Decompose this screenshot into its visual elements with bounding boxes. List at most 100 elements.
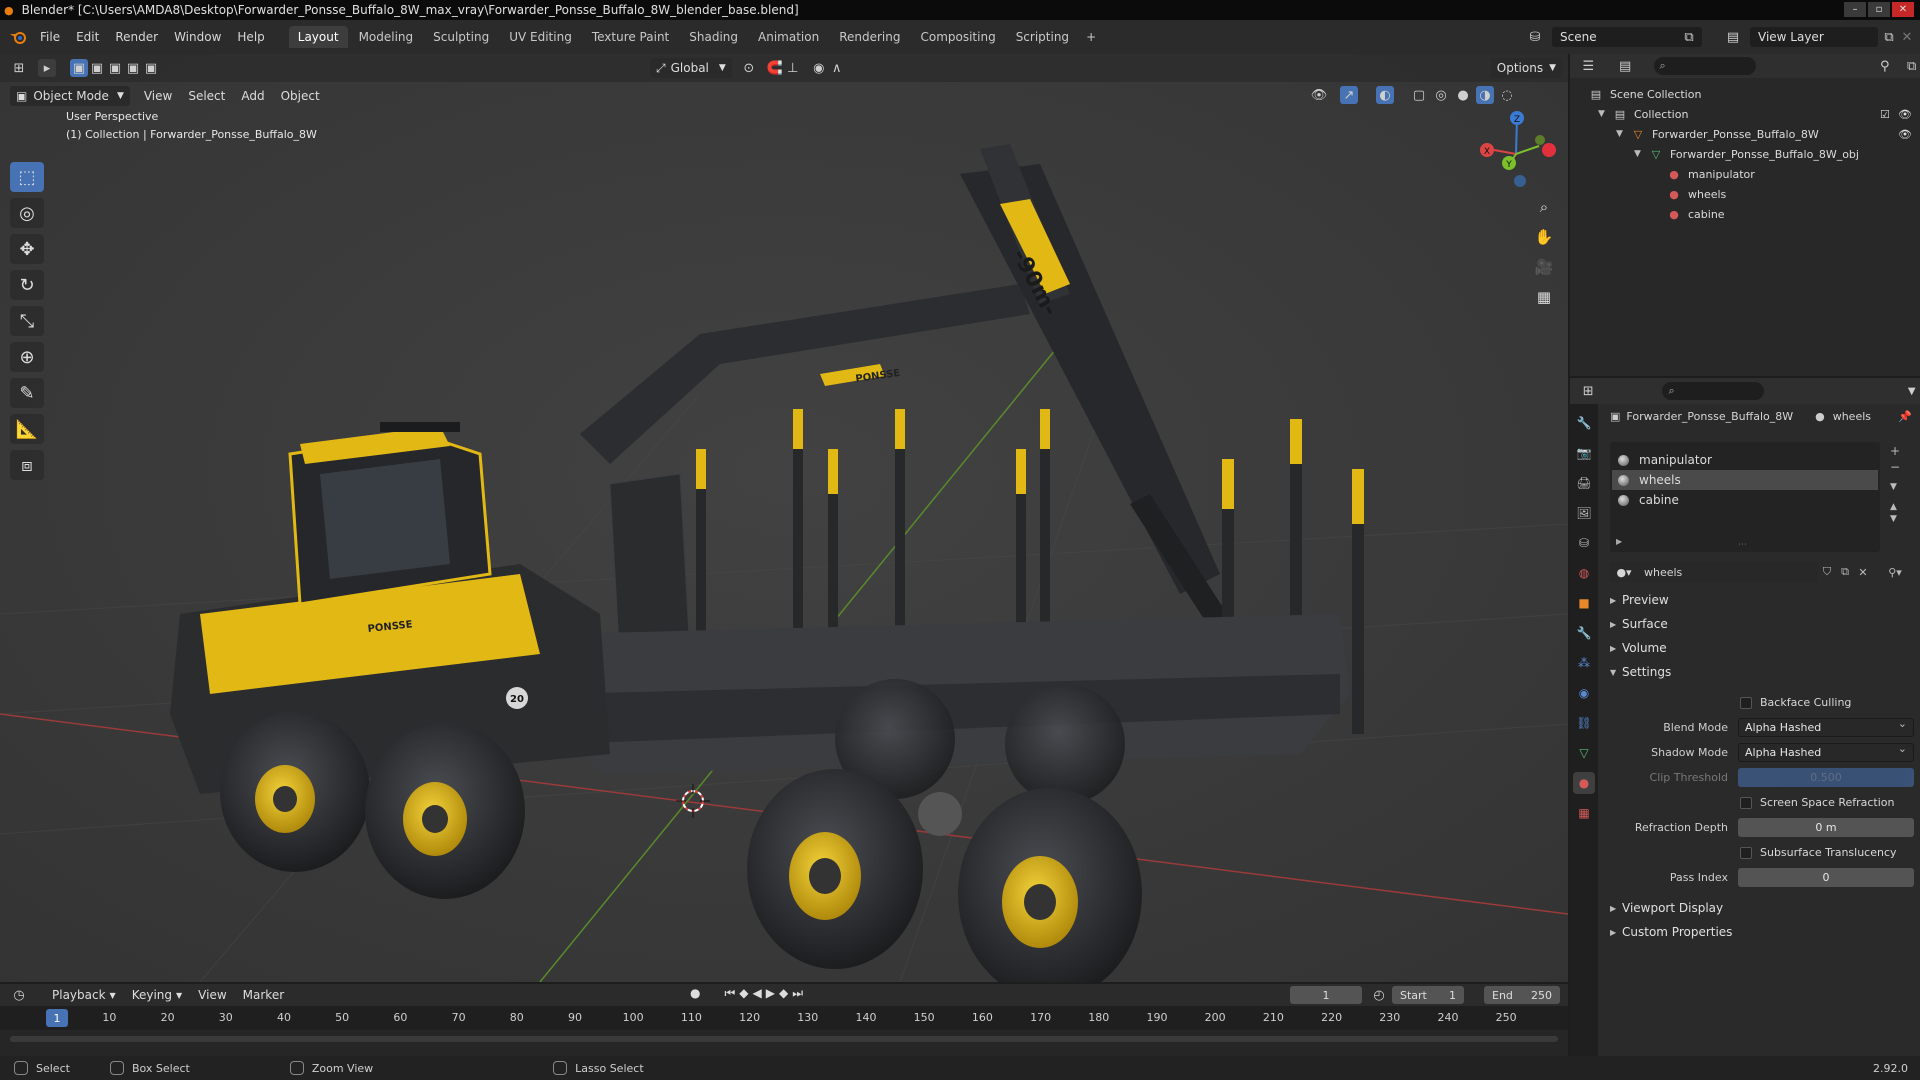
box-select-subtract-icon[interactable]: ▣ xyxy=(106,59,124,77)
filter-icon[interactable]: ⚲ xyxy=(1876,57,1893,75)
frame-ruler[interactable]: 1 10 20 30 40 50 60 70 80 90 100 110 120 130 140 150 16… xyxy=(0,1006,1568,1030)
next-keyframe-icon[interactable]: ◆ xyxy=(779,986,788,1001)
transform-tool-icon[interactable]: ⊕ xyxy=(10,342,44,372)
record-icon[interactable]: ● xyxy=(690,986,700,1001)
tab-shading[interactable]: Shading xyxy=(680,26,747,48)
panel-settings[interactable]: ▼ Settings xyxy=(1602,660,1918,684)
tab-scripting[interactable]: Scripting xyxy=(1007,26,1078,48)
editor-type-icon[interactable]: ⊞ xyxy=(10,59,28,77)
tab-rendering[interactable]: Rendering xyxy=(830,26,909,48)
panel-preview[interactable]: ▶ Preview xyxy=(1602,588,1918,612)
tab-texture-paint[interactable]: Texture Paint xyxy=(583,26,678,48)
material-name-field[interactable]: wheels xyxy=(1638,562,1818,582)
box-select-intersect-icon[interactable]: ▣ xyxy=(142,59,160,77)
xray-toggle-icon[interactable]: ▢ xyxy=(1410,86,1428,104)
add-cube-tool-icon[interactable]: ⧈ xyxy=(10,450,44,480)
end-frame-field[interactable]: End 250 xyxy=(1484,986,1560,1004)
close-button[interactable]: ✕ xyxy=(1892,2,1914,17)
tab-uv-editing[interactable]: UV Editing xyxy=(500,26,581,48)
display-mode-icon[interactable]: ▤ xyxy=(1617,57,1634,75)
physics-tab-icon[interactable]: ◉ xyxy=(1573,682,1595,704)
box-select-new-icon[interactable]: ▣ xyxy=(70,59,88,77)
select-mode-icon[interactable]: ▸ xyxy=(38,59,56,77)
tab-modeling[interactable]: Modeling xyxy=(350,26,423,48)
menu-window[interactable]: Window xyxy=(166,30,229,44)
prev-keyframe-icon[interactable]: ◆ xyxy=(739,986,748,1001)
outliner-row-scene-collection[interactable]: ▤ Scene Collection xyxy=(1570,84,1920,104)
annotate-tool-icon[interactable]: ✎ xyxy=(10,378,44,408)
minimize-button[interactable]: – xyxy=(1844,2,1866,17)
view-layer-selector[interactable]: View Layer xyxy=(1750,27,1878,47)
tab-compositing[interactable]: Compositing xyxy=(911,26,1004,48)
pass-index-field[interactable]: 0 xyxy=(1738,868,1914,887)
eye-icon[interactable]: 👁 xyxy=(1898,108,1912,121)
visibility-icon[interactable]: 👁 xyxy=(1310,86,1328,104)
menu-file[interactable]: File xyxy=(32,30,68,44)
list-expand-icon[interactable]: ▶ xyxy=(1616,537,1622,546)
snap-icon[interactable]: 🧲 xyxy=(766,59,784,77)
blender-logo-icon[interactable] xyxy=(4,25,32,49)
world-tab-icon[interactable]: ◍ xyxy=(1573,562,1595,584)
panel-surface[interactable]: ▶ Surface xyxy=(1602,612,1918,636)
play-icon[interactable]: ▶ xyxy=(766,986,775,1001)
select-box-tool-icon[interactable]: ⬚ xyxy=(10,162,44,192)
view-layer-tab-icon[interactable]: 🖼 xyxy=(1573,502,1595,524)
fake-user-shield-icon[interactable]: ⛉ xyxy=(1818,565,1836,579)
outliner-row-material-wheels[interactable]: ● wheels xyxy=(1570,184,1920,204)
new-view-layer-icon[interactable]: ⧉ xyxy=(1880,28,1898,46)
timeline-editor-icon[interactable]: ◷ xyxy=(10,986,28,1004)
panel-viewport-display[interactable]: ▶ Viewport Display xyxy=(1602,896,1918,920)
add-slot-icon[interactable]: + xyxy=(1890,444,1900,458)
cursor-tool-icon[interactable]: ◎ xyxy=(10,198,44,228)
chevron-down-icon[interactable]: ▼ xyxy=(1890,482,1900,492)
pivot-point-icon[interactable]: ⊙ xyxy=(740,59,758,77)
play-reverse-icon[interactable]: ◀ xyxy=(753,986,762,1001)
viewport-menu-object[interactable]: Object xyxy=(275,86,326,106)
playhead[interactable]: 1 xyxy=(46,1009,68,1027)
outliner-row-material-cabine[interactable]: ● cabine xyxy=(1570,204,1920,224)
tab-animation[interactable]: Animation xyxy=(749,26,828,48)
tab-layout[interactable]: Layout xyxy=(288,26,348,48)
filter-icon[interactable]: ⚲▾ xyxy=(1880,566,1910,579)
material-slot-wheels[interactable]: wheels xyxy=(1612,470,1878,490)
overlay-toggle-icon[interactable]: ◐ xyxy=(1376,86,1394,104)
box-select-extend-icon[interactable]: ▣ xyxy=(88,59,106,77)
outliner-row-material-manipulator[interactable]: ● manipulator xyxy=(1570,164,1920,184)
timeline-menu-view[interactable]: View xyxy=(192,985,232,1005)
scene-icon[interactable]: ⛁ xyxy=(1526,28,1544,46)
panel-custom-properties[interactable]: ▶ Custom Properties xyxy=(1602,920,1918,944)
jump-start-icon[interactable]: ⏮ xyxy=(724,986,735,1001)
remove-view-layer-icon[interactable]: ✕ xyxy=(1898,28,1916,46)
viewport-menu-select[interactable]: Select xyxy=(182,86,231,106)
clip-threshold-slider[interactable]: 0.500 xyxy=(1738,768,1914,787)
properties-editor-icon[interactable]: ⊞ xyxy=(1580,382,1596,400)
outliner-editor-icon[interactable]: ☰ xyxy=(1580,57,1597,75)
expand-arrow-icon[interactable]: ▼ xyxy=(1616,129,1628,139)
expand-arrow-icon[interactable]: ▼ xyxy=(1598,109,1610,119)
camera-view-icon[interactable]: 🎥 xyxy=(1530,254,1558,280)
blend-mode-dropdown[interactable]: Alpha Hashed xyxy=(1738,717,1914,737)
shading-wireframe-icon[interactable]: ◎ xyxy=(1432,86,1450,104)
mesh-data-tab-icon[interactable]: ▽ xyxy=(1573,742,1595,764)
move-down-icon[interactable]: ▼ xyxy=(1890,514,1900,524)
outliner-search-input[interactable]: ⌕ xyxy=(1653,57,1757,75)
material-tab-icon[interactable]: ● xyxy=(1573,772,1595,794)
viewport-menu-add[interactable]: Add xyxy=(235,86,270,106)
menu-edit[interactable]: Edit xyxy=(68,30,107,44)
box-select-invert-icon[interactable]: ▣ xyxy=(124,59,142,77)
screen-space-refraction-checkbox[interactable]: Screen Space Refraction xyxy=(1740,796,1895,809)
add-workspace-button[interactable]: + xyxy=(1080,26,1102,48)
stopwatch-icon[interactable]: ◴ xyxy=(1370,986,1388,1004)
ortho-grid-icon[interactable]: ▦ xyxy=(1530,284,1558,310)
timeline-menu-keying[interactable]: Keying ▼ xyxy=(126,985,188,1005)
remove-slot-icon[interactable]: − xyxy=(1890,460,1900,474)
menu-render[interactable]: Render xyxy=(107,30,166,44)
modifier-tab-icon[interactable]: 🔧 xyxy=(1573,622,1595,644)
move-up-icon[interactable]: ▲ xyxy=(1890,502,1900,512)
new-collection-icon[interactable]: ⧉ xyxy=(1903,57,1920,75)
view-layer-icon[interactable]: ▤ xyxy=(1724,28,1742,46)
material-slot-list[interactable]: manipulator wheels cabine ▶ ⋯ xyxy=(1610,442,1880,552)
pin-icon[interactable]: 📌 xyxy=(1898,410,1912,423)
list-resize-handle[interactable]: ⋯ xyxy=(1738,540,1747,550)
jump-end-icon[interactable]: ⏭ xyxy=(792,986,803,1001)
